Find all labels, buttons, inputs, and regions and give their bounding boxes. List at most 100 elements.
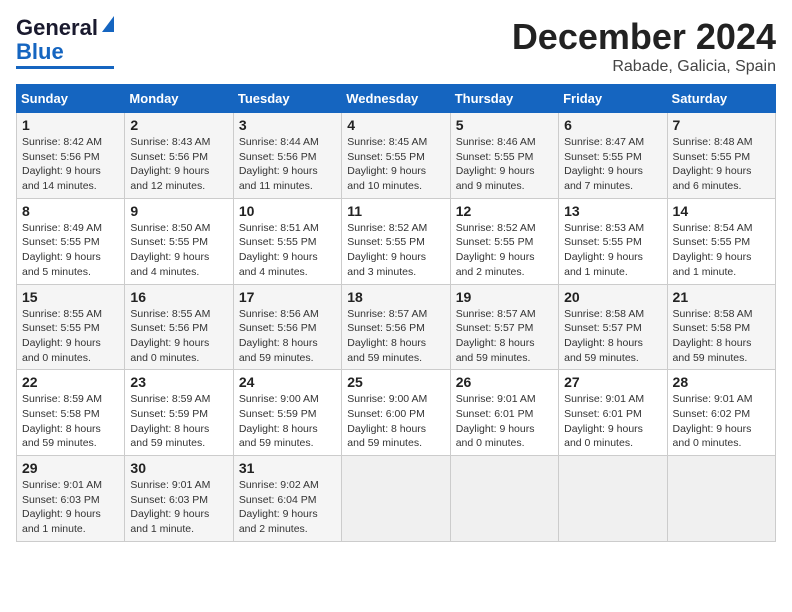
sunset-label: Sunset: 5:55 PM (564, 151, 642, 163)
table-row: 9 Sunrise: 8:50 AM Sunset: 5:55 PM Dayli… (125, 198, 233, 284)
day-info: Sunrise: 9:01 AM Sunset: 6:01 PM Dayligh… (564, 392, 661, 451)
table-row: 8 Sunrise: 8:49 AM Sunset: 5:55 PM Dayli… (17, 198, 125, 284)
day-info: Sunrise: 8:46 AM Sunset: 5:55 PM Dayligh… (456, 135, 553, 194)
daylight-label: Daylight: 9 hours and 10 minutes. (347, 165, 426, 192)
table-row: 21 Sunrise: 8:58 AM Sunset: 5:58 PM Dayl… (667, 284, 775, 370)
day-info: Sunrise: 8:47 AM Sunset: 5:55 PM Dayligh… (564, 135, 661, 194)
table-row: 3 Sunrise: 8:44 AM Sunset: 5:56 PM Dayli… (233, 113, 341, 199)
sunset-label: Sunset: 5:55 PM (673, 151, 751, 163)
day-number: 26 (456, 374, 553, 390)
table-row: 20 Sunrise: 8:58 AM Sunset: 5:57 PM Dayl… (559, 284, 667, 370)
sunset-label: Sunset: 6:03 PM (130, 494, 208, 506)
day-info: Sunrise: 8:55 AM Sunset: 5:56 PM Dayligh… (130, 307, 227, 366)
day-info: Sunrise: 8:45 AM Sunset: 5:55 PM Dayligh… (347, 135, 444, 194)
sunset-label: Sunset: 5:56 PM (239, 322, 317, 334)
daylight-label: Daylight: 9 hours and 1 minute. (564, 251, 643, 278)
sunset-label: Sunset: 5:56 PM (130, 322, 208, 334)
daylight-label: Daylight: 9 hours and 4 minutes. (130, 251, 209, 278)
sunrise-label: Sunrise: 8:53 AM (564, 222, 644, 234)
sunset-label: Sunset: 5:55 PM (456, 151, 534, 163)
daylight-label: Daylight: 9 hours and 6 minutes. (673, 165, 752, 192)
table-row: 11 Sunrise: 8:52 AM Sunset: 5:55 PM Dayl… (342, 198, 450, 284)
col-thursday: Thursday (450, 85, 558, 113)
day-info: Sunrise: 8:57 AM Sunset: 5:57 PM Dayligh… (456, 307, 553, 366)
day-number: 17 (239, 289, 336, 305)
table-row: 12 Sunrise: 8:52 AM Sunset: 5:55 PM Dayl… (450, 198, 558, 284)
daylight-label: Daylight: 9 hours and 0 minutes. (564, 423, 643, 450)
day-number: 23 (130, 374, 227, 390)
sunrise-label: Sunrise: 8:43 AM (130, 136, 210, 148)
day-info: Sunrise: 9:01 AM Sunset: 6:01 PM Dayligh… (456, 392, 553, 451)
day-number: 30 (130, 460, 227, 476)
day-info: Sunrise: 8:44 AM Sunset: 5:56 PM Dayligh… (239, 135, 336, 194)
day-number: 20 (564, 289, 661, 305)
daylight-label: Daylight: 8 hours and 59 minutes. (239, 423, 318, 450)
day-number: 25 (347, 374, 444, 390)
table-row: 16 Sunrise: 8:55 AM Sunset: 5:56 PM Dayl… (125, 284, 233, 370)
daylight-label: Daylight: 9 hours and 5 minutes. (22, 251, 101, 278)
table-row (559, 456, 667, 542)
daylight-label: Daylight: 9 hours and 14 minutes. (22, 165, 101, 192)
calendar-week-row: 29 Sunrise: 9:01 AM Sunset: 6:03 PM Dayl… (17, 456, 776, 542)
table-row: 10 Sunrise: 8:51 AM Sunset: 5:55 PM Dayl… (233, 198, 341, 284)
sunrise-label: Sunrise: 8:42 AM (22, 136, 102, 148)
sunset-label: Sunset: 5:59 PM (239, 408, 317, 420)
day-info: Sunrise: 8:59 AM Sunset: 5:58 PM Dayligh… (22, 392, 119, 451)
day-info: Sunrise: 9:01 AM Sunset: 6:03 PM Dayligh… (130, 478, 227, 537)
table-row: 2 Sunrise: 8:43 AM Sunset: 5:56 PM Dayli… (125, 113, 233, 199)
daylight-label: Daylight: 9 hours and 2 minutes. (456, 251, 535, 278)
sunset-label: Sunset: 6:01 PM (564, 408, 642, 420)
sunset-label: Sunset: 5:56 PM (130, 151, 208, 163)
daylight-label: Daylight: 8 hours and 59 minutes. (456, 337, 535, 364)
day-info: Sunrise: 9:00 AM Sunset: 6:00 PM Dayligh… (347, 392, 444, 451)
sunrise-label: Sunrise: 8:46 AM (456, 136, 536, 148)
calendar-week-row: 15 Sunrise: 8:55 AM Sunset: 5:55 PM Dayl… (17, 284, 776, 370)
sunset-label: Sunset: 5:55 PM (22, 322, 100, 334)
calendar-week-row: 8 Sunrise: 8:49 AM Sunset: 5:55 PM Dayli… (17, 198, 776, 284)
day-info: Sunrise: 9:01 AM Sunset: 6:03 PM Dayligh… (22, 478, 119, 537)
table-row: 17 Sunrise: 8:56 AM Sunset: 5:56 PM Dayl… (233, 284, 341, 370)
sunset-label: Sunset: 5:59 PM (130, 408, 208, 420)
day-number: 5 (456, 117, 553, 133)
day-number: 27 (564, 374, 661, 390)
table-row: 18 Sunrise: 8:57 AM Sunset: 5:56 PM Dayl… (342, 284, 450, 370)
day-number: 3 (239, 117, 336, 133)
table-row: 29 Sunrise: 9:01 AM Sunset: 6:03 PM Dayl… (17, 456, 125, 542)
sunset-label: Sunset: 6:04 PM (239, 494, 317, 506)
col-monday: Monday (125, 85, 233, 113)
table-row: 14 Sunrise: 8:54 AM Sunset: 5:55 PM Dayl… (667, 198, 775, 284)
sunrise-label: Sunrise: 8:44 AM (239, 136, 319, 148)
sunrise-label: Sunrise: 8:57 AM (456, 308, 536, 320)
sunrise-label: Sunrise: 9:02 AM (239, 479, 319, 491)
sunrise-label: Sunrise: 9:01 AM (22, 479, 102, 491)
daylight-label: Daylight: 9 hours and 1 minute. (22, 508, 101, 535)
day-number: 13 (564, 203, 661, 219)
day-info: Sunrise: 8:54 AM Sunset: 5:55 PM Dayligh… (673, 221, 770, 280)
daylight-label: Daylight: 8 hours and 59 minutes. (564, 337, 643, 364)
daylight-label: Daylight: 8 hours and 59 minutes. (347, 337, 426, 364)
calendar-subtitle: Rabade, Galicia, Spain (512, 58, 776, 76)
logo: General Blue (16, 16, 114, 69)
sunrise-label: Sunrise: 8:56 AM (239, 308, 319, 320)
calendar-week-row: 22 Sunrise: 8:59 AM Sunset: 5:58 PM Dayl… (17, 370, 776, 456)
daylight-label: Daylight: 9 hours and 7 minutes. (564, 165, 643, 192)
table-row: 24 Sunrise: 9:00 AM Sunset: 5:59 PM Dayl… (233, 370, 341, 456)
table-row: 23 Sunrise: 8:59 AM Sunset: 5:59 PM Dayl… (125, 370, 233, 456)
day-info: Sunrise: 8:51 AM Sunset: 5:55 PM Dayligh… (239, 221, 336, 280)
sunrise-label: Sunrise: 8:45 AM (347, 136, 427, 148)
day-number: 15 (22, 289, 119, 305)
sunrise-label: Sunrise: 8:58 AM (673, 308, 753, 320)
daylight-label: Daylight: 9 hours and 1 minute. (130, 508, 209, 535)
table-row: 6 Sunrise: 8:47 AM Sunset: 5:55 PM Dayli… (559, 113, 667, 199)
day-number: 2 (130, 117, 227, 133)
day-number: 4 (347, 117, 444, 133)
day-number: 11 (347, 203, 444, 219)
day-info: Sunrise: 8:53 AM Sunset: 5:55 PM Dayligh… (564, 221, 661, 280)
table-row: 1 Sunrise: 8:42 AM Sunset: 5:56 PM Dayli… (17, 113, 125, 199)
sunrise-label: Sunrise: 9:00 AM (239, 393, 319, 405)
day-number: 31 (239, 460, 336, 476)
sunset-label: Sunset: 5:55 PM (673, 236, 751, 248)
daylight-label: Daylight: 9 hours and 0 minutes. (456, 423, 535, 450)
calendar-header-row: Sunday Monday Tuesday Wednesday Thursday… (17, 85, 776, 113)
daylight-label: Daylight: 9 hours and 4 minutes. (239, 251, 318, 278)
